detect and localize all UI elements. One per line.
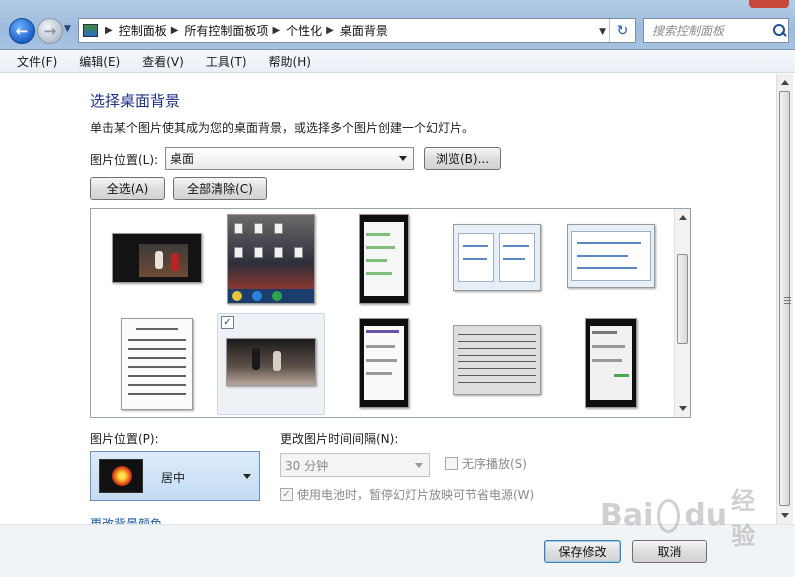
picture-location-select[interactable]: 桌面	[165, 147, 414, 170]
cancel-button[interactable]: 取消	[632, 540, 707, 563]
interval-value: 30 分钟	[285, 458, 329, 473]
gallery-tile[interactable]	[103, 315, 211, 417]
gallery-tile[interactable]	[559, 315, 667, 417]
wallpaper-thumbnail	[567, 224, 655, 288]
scroll-down-arrow-icon[interactable]	[781, 513, 789, 518]
page-scroll-thumb[interactable]	[779, 91, 791, 506]
chevron-down-icon	[415, 463, 423, 468]
wallpaper-thumbnail	[359, 318, 409, 408]
gallery-tile[interactable]	[331, 315, 439, 417]
menu-bar: 文件(F) 编辑(E) 查看(V) 工具(T) 帮助(H)	[0, 50, 795, 73]
browse-button[interactable]: 浏览(B)...	[424, 147, 501, 170]
wallpaper-thumbnail	[453, 224, 541, 291]
page-title: 选择桌面背景	[90, 92, 181, 110]
picture-gallery[interactable]: ✓	[90, 208, 691, 418]
picture-location-label: 图片位置(L):	[90, 153, 159, 167]
watermark-text-cn: 经验	[731, 486, 756, 550]
baidu-paw-icon	[657, 498, 681, 533]
picture-position-value: 居中	[161, 471, 186, 485]
chevron-down-icon	[243, 474, 251, 479]
breadcrumb-separator-icon[interactable]: ▶	[322, 25, 340, 36]
gallery-scrollbar[interactable]	[674, 209, 690, 417]
position-preview-icon	[99, 459, 143, 493]
back-arrow-icon[interactable]: ←	[9, 18, 35, 44]
gallery-tile[interactable]	[445, 211, 553, 313]
menu-help[interactable]: 帮助(H)	[258, 53, 322, 70]
window-close-button[interactable]	[749, 0, 789, 8]
scroll-up-arrow-icon[interactable]	[781, 80, 789, 85]
battery-checkbox[interactable]: ✓	[280, 488, 293, 501]
scroll-down-arrow-icon[interactable]	[679, 406, 687, 411]
wallpaper-thumbnail	[359, 214, 409, 304]
wallpaper-thumbnail	[585, 318, 637, 408]
scroll-up-arrow-icon[interactable]	[679, 215, 687, 220]
address-dropdown-icon[interactable]: ▼	[599, 27, 606, 37]
watermark-text-right: du	[684, 498, 728, 533]
breadcrumb-separator-icon[interactable]: ▶	[101, 25, 119, 36]
recent-pages-chevron-icon[interactable]: ▼	[64, 24, 71, 34]
gallery-tile[interactable]	[445, 315, 553, 417]
chevron-down-icon	[399, 156, 407, 161]
gallery-tile[interactable]	[103, 211, 211, 313]
wallpaper-thumbnail	[112, 233, 202, 283]
clear-all-button[interactable]: 全部清除(C)	[173, 177, 267, 200]
shuffle-label[interactable]: 无序播放(S)	[462, 455, 527, 472]
menu-edit[interactable]: 编辑(E)	[68, 53, 131, 70]
gallery-tile[interactable]	[217, 211, 325, 313]
breadcrumb-personalization[interactable]: 个性化	[286, 22, 322, 39]
address-bar[interactable]: ▶ 控制面板 ▶ 所有控制面板项 ▶ 个性化 ▶ 桌面背景 ▼ ↻	[78, 18, 636, 43]
window-titlebar: ← → ▼ ▶ 控制面板 ▶ 所有控制面板项 ▶ 个性化 ▶ 桌面背景 ▼ ↻ …	[0, 0, 795, 50]
page-description: 单击某个图片使其成为您的桌面背景，或选择多个图片创建一个幻灯片。	[90, 121, 475, 135]
shuffle-checkbox[interactable]	[445, 457, 458, 470]
gallery-tile[interactable]	[331, 211, 439, 313]
baidu-watermark: Bai du 经验	[600, 487, 760, 550]
breadcrumb-all-items[interactable]: 所有控制面板项	[184, 22, 268, 39]
gallery-scroll-thumb[interactable]	[677, 254, 688, 344]
search-icon[interactable]	[770, 22, 788, 40]
wallpaper-thumbnail	[121, 318, 193, 410]
page-scrollbar[interactable]	[776, 74, 793, 524]
wallpaper-thumbnail	[226, 338, 316, 386]
select-all-button[interactable]: 全选(A)	[90, 177, 165, 200]
forward-arrow-icon[interactable]: →	[37, 18, 63, 44]
refresh-icon[interactable]: ↻	[609, 19, 635, 42]
gallery-tile-selected[interactable]: ✓	[217, 313, 325, 415]
menu-file[interactable]: 文件(F)	[6, 53, 68, 70]
save-changes-button[interactable]: 保存修改	[544, 540, 621, 563]
wallpaper-thumbnail	[227, 214, 315, 304]
interval-label: 更改图片时间间隔(N):	[280, 432, 399, 446]
main-content: 选择桌面背景 单击某个图片使其成为您的桌面背景，或选择多个图片创建一个幻灯片。 …	[0, 74, 776, 531]
picture-position-select[interactable]: 居中	[90, 451, 260, 501]
breadcrumb-separator-icon[interactable]: ▶	[268, 25, 286, 36]
gallery-tile[interactable]	[559, 211, 667, 313]
picture-location-value: 桌面	[170, 152, 195, 166]
search-input[interactable]: 搜索控制面板	[643, 18, 789, 43]
control-panel-icon	[79, 19, 101, 42]
breadcrumb-control-panel[interactable]: 控制面板	[119, 22, 167, 39]
tile-checkbox[interactable]: ✓	[221, 316, 234, 329]
menu-tools[interactable]: 工具(T)	[195, 53, 258, 70]
interval-select[interactable]: 30 分钟	[280, 453, 430, 477]
search-placeholder: 搜索控制面板	[652, 24, 725, 38]
breadcrumb-desktop-background[interactable]: 桌面背景	[340, 22, 388, 39]
menu-view[interactable]: 查看(V)	[131, 53, 195, 70]
watermark-text-left: Bai	[600, 498, 654, 533]
breadcrumb-separator-icon[interactable]: ▶	[167, 25, 185, 36]
wallpaper-thumbnail	[453, 325, 541, 395]
picture-position-label: 图片位置(P):	[90, 432, 159, 446]
battery-label[interactable]: 使用电池时，暂停幻灯片放映可节省电源(W)	[297, 486, 534, 503]
